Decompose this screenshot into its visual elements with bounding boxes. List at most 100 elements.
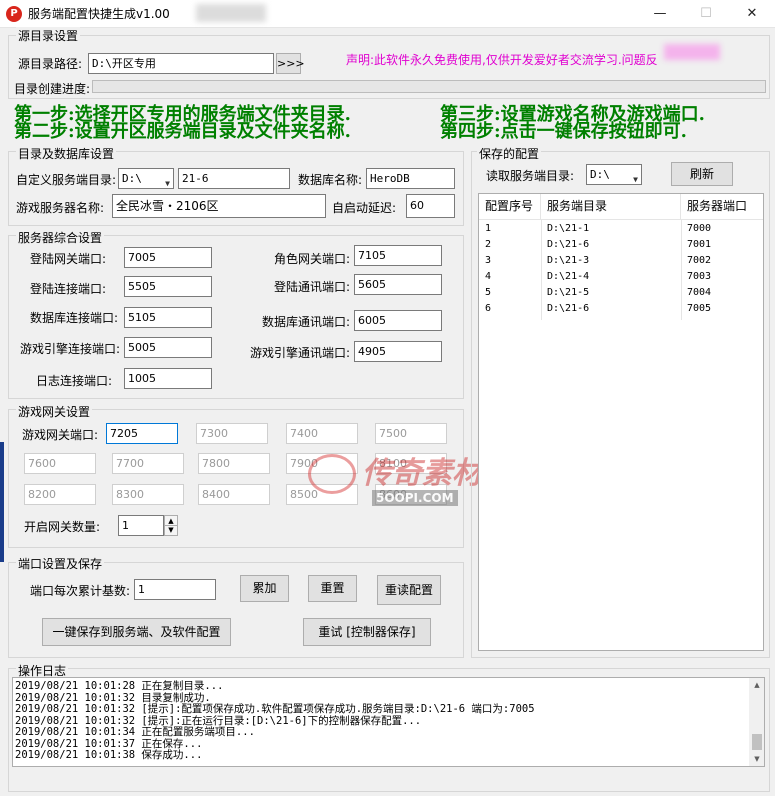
log-content: 2019/08/21 10:01:28 正在复制目录... 2019/08/21… xyxy=(13,679,749,766)
row-id: 4 xyxy=(485,271,492,282)
folder-name-input[interactable]: 21-6 xyxy=(178,168,290,189)
maximize-button[interactable]: ☐ xyxy=(683,0,729,28)
add-button[interactable]: 累加 xyxy=(240,575,289,602)
gateway-port-label: 游戏网关端口: xyxy=(22,428,99,442)
saved-config-group-label: 保存的配置 xyxy=(477,145,542,162)
drive-select-value: D:\ xyxy=(122,172,142,185)
dir-db-group-label: 目录及数据库设置 xyxy=(16,145,117,162)
row-dir: D:\21-4 xyxy=(547,271,590,282)
read-dir-label: 读取服务端目录: xyxy=(486,169,575,183)
save-group-label: 端口设置及保存 xyxy=(16,555,105,572)
close-button[interactable]: ✕ xyxy=(729,0,775,28)
gateway-port-input-5[interactable]: 7600 xyxy=(24,453,96,474)
role-gate-port-input[interactable]: 7105 xyxy=(354,245,442,266)
column-header[interactable]: 服务器端口 xyxy=(681,194,763,220)
row-port: 7004 xyxy=(687,287,712,298)
retry-save-button[interactable]: 重试 [控制器保存] xyxy=(303,618,431,646)
operation-log[interactable]: 2019/08/21 10:01:28 正在复制目录... 2019/08/21… xyxy=(12,677,765,767)
save-all-button[interactable]: 一键保存到服务端、及软件配置 xyxy=(42,618,231,646)
minimize-button[interactable]: — xyxy=(637,0,683,28)
reload-config-button[interactable]: 重读配置 xyxy=(377,575,441,605)
log-line: 2019/08/21 10:01:32 [提示]:配置项保存成功.软件配置项保存… xyxy=(15,703,535,715)
db-comm-port-input[interactable]: 6005 xyxy=(354,310,442,331)
login-conn-port-input[interactable]: 5505 xyxy=(124,276,212,297)
title-bar: P 服务端配置快捷生成v1.00 — ☐ ✕ xyxy=(0,0,775,28)
row-dir: D:\21-6 xyxy=(547,303,590,314)
gateway-port-input-6[interactable]: 7700 xyxy=(112,453,184,474)
chevron-down-icon: ▼ xyxy=(165,179,170,188)
read-drive-select[interactable]: D:\ ▼ xyxy=(586,164,642,185)
db-name-label: 数据库名称: xyxy=(298,173,363,187)
reset-button[interactable]: 重置 xyxy=(308,575,357,602)
source-path-input[interactable]: D:\开区专用 xyxy=(88,53,274,74)
row-id: 1 xyxy=(485,223,492,234)
column-header[interactable]: 服务端目录 xyxy=(541,194,681,220)
db-name-input[interactable]: HeroDB xyxy=(366,168,455,189)
login-gate-port-label: 登陆网关端口: xyxy=(30,252,107,266)
engine-conn-port-input[interactable]: 5005 xyxy=(124,337,212,358)
app-icon: P xyxy=(6,6,22,22)
chevron-down-icon: ▼ xyxy=(633,175,638,184)
row-id: 3 xyxy=(485,255,492,266)
row-id: 5 xyxy=(485,287,492,298)
blurred-region xyxy=(196,4,266,22)
gateway-count-spinner[interactable]: ▲ ▼ xyxy=(164,515,178,536)
row-dir: D:\21-5 xyxy=(547,287,590,298)
log-conn-port-input[interactable]: 1005 xyxy=(124,368,212,389)
server-name-input[interactable]: 全民冰雪・2106区 xyxy=(112,194,326,218)
gateway-port-input-12[interactable]: 8400 xyxy=(198,484,270,505)
row-dir: D:\21-1 xyxy=(547,223,590,234)
log-line: 2019/08/21 10:01:28 正在复制目录... xyxy=(15,680,224,692)
source-group-label: 源目录设置 xyxy=(16,27,81,44)
read-drive-value: D:\ xyxy=(590,168,610,181)
column-header[interactable]: 配置序号 xyxy=(479,194,541,220)
drive-select[interactable]: D:\ ▼ xyxy=(118,168,174,189)
increment-base-label: 端口每次累计基数: xyxy=(30,584,131,598)
row-id: 2 xyxy=(485,239,492,250)
autostart-input[interactable]: 60 xyxy=(406,194,455,218)
gateway-port-input-10[interactable]: 8200 xyxy=(24,484,96,505)
gateway-port-input-3[interactable]: 7400 xyxy=(286,423,358,444)
gateway-port-input-7[interactable]: 7800 xyxy=(198,453,270,474)
increment-base-input[interactable]: 1 xyxy=(134,579,216,600)
left-edge-strip xyxy=(0,442,4,562)
gateway-port-input-1[interactable]: 7205 xyxy=(106,423,178,444)
notice-text: 声明:此软件永久免费使用,仅供开发爱好者交流学习.问题反 xyxy=(346,53,658,67)
login-comm-port-input[interactable]: 5605 xyxy=(354,274,442,295)
gateway-port-input-11[interactable]: 8300 xyxy=(112,484,184,505)
db-comm-port-label: 数据库通讯端口: xyxy=(262,315,351,329)
row-port: 7005 xyxy=(687,303,712,314)
role-gate-port-label: 角色网关端口: xyxy=(274,252,351,266)
watermark-site: 5OOPI.COM xyxy=(372,490,458,506)
scroll-up-icon[interactable]: ▲ xyxy=(749,678,764,692)
scroll-down-icon[interactable]: ▼ xyxy=(749,752,764,766)
source-path-label: 源目录路径: xyxy=(18,57,83,71)
saved-config-table[interactable]: 配置序号 服务端目录 服务器端口 1 D:\21-1 7000 2 D:\21-… xyxy=(478,193,764,651)
db-conn-port-label: 数据库连接端口: xyxy=(30,311,119,325)
watermark-brand: 传奇素材 xyxy=(362,456,482,491)
row-port: 7003 xyxy=(687,271,712,282)
spin-down-icon[interactable]: ▼ xyxy=(165,526,177,535)
gateway-count-input[interactable]: 1 xyxy=(118,515,164,536)
server-name-label: 游戏服务器名称: xyxy=(16,201,105,215)
spin-up-icon[interactable]: ▲ xyxy=(165,516,177,526)
gateway-group-label: 游戏网关设置 xyxy=(16,403,93,420)
engine-comm-port-input[interactable]: 4905 xyxy=(354,341,442,362)
row-dir: D:\21-3 xyxy=(547,255,590,266)
log-scrollbar[interactable]: ▲ ▼ xyxy=(749,678,764,766)
row-dir: D:\21-6 xyxy=(547,239,590,250)
step-4: 第四步:点击一键保存按钮即可. xyxy=(440,121,687,142)
log-line: 2019/08/21 10:01:34 正在配置服务端项目... xyxy=(15,726,255,738)
browse-button[interactable]: >>> xyxy=(276,53,305,74)
row-port: 7000 xyxy=(687,223,712,234)
scroll-thumb[interactable] xyxy=(752,734,762,750)
refresh-button[interactable]: 刷新 xyxy=(671,162,733,186)
progress-label: 目录创建进度: xyxy=(14,82,91,96)
db-conn-port-input[interactable]: 5105 xyxy=(124,307,212,328)
gateway-port-input-2[interactable]: 7300 xyxy=(196,423,268,444)
login-gate-port-input[interactable]: 7005 xyxy=(124,247,212,268)
log-line: 2019/08/21 10:01:38 保存成功... xyxy=(15,749,203,761)
gateway-port-input-4[interactable]: 7500 xyxy=(375,423,447,444)
window-title: 服务端配置快捷生成v1.00 xyxy=(28,7,170,21)
row-port: 7002 xyxy=(687,255,712,266)
